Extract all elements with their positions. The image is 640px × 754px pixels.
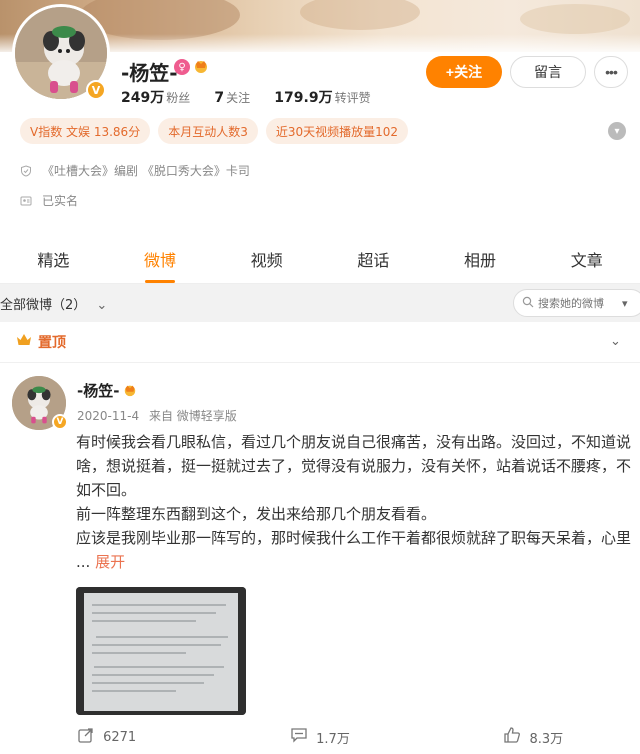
comment-icon (290, 726, 308, 748)
tab-featured[interactable]: 精选 (0, 238, 107, 283)
crown-icon (16, 333, 32, 351)
chevron-down-icon: ⌄ (96, 298, 108, 313)
comment-count: 1.7万 (316, 731, 350, 747)
following-count[interactable]: 7 (214, 90, 224, 106)
tab-weibo[interactable]: 微博 (107, 238, 214, 283)
profile-name: -杨笠- (121, 61, 178, 85)
crown-medal-icon[interactable] (193, 58, 209, 74)
tab-video[interactable]: 视频 (213, 238, 320, 283)
expand-tags-icon[interactable]: ▾ (608, 122, 626, 140)
pink-medal-icon[interactable]: ♀ (174, 59, 190, 75)
post-meta: 2020-11-4 来自 微博轻享版 (77, 407, 243, 424)
search-icon (522, 296, 534, 311)
repost-icon (77, 726, 95, 748)
post-source: 来自 微博轻享版 (148, 409, 237, 423)
all-posts-label: 全部微博（2） (0, 298, 87, 313)
profile-stats: 249万 粉丝 7 关注 179.9万 转评赞 (121, 87, 391, 107)
all-posts-filter[interactable]: 全部微博（2） ⌄ (0, 294, 107, 313)
post-image[interactable] (76, 587, 246, 715)
more-options-button[interactable]: ••• (594, 56, 628, 88)
post-body: 有时候我会看几眼私信，看过几个朋友说自己很痛苦，没有出路。没回过，不知道说啥，想… (76, 430, 632, 574)
shield-icon (20, 164, 32, 177)
like-count: 8.3万 (529, 731, 564, 747)
info-verified-line: 已实名 (20, 192, 78, 209)
message-button[interactable]: 留言 (510, 56, 586, 88)
profile-title-text: 《吐槽大会》编剧 《脱口秀大会》卡司 (42, 164, 250, 178)
tab-album[interactable]: 相册 (427, 238, 534, 283)
profile-tags: V指数 文娱 13.86分 本月互动人数3 近30天视频播放量102 (20, 118, 409, 144)
author-crown-icon (123, 382, 137, 397)
expand-post-link[interactable]: 展开 (95, 553, 125, 571)
repost-button[interactable]: 6271 (0, 720, 213, 754)
pinned-indicator: 置顶 (16, 332, 66, 352)
post-actions: 6271 1.7万 8.3万 (0, 720, 640, 754)
post-verified-badge-icon: V (52, 414, 68, 430)
profile-tabs: 精选 微博 视频 超话 相册 文章 (0, 238, 640, 284)
engagement-count: 179.9万 (274, 90, 333, 106)
fans-label: 粉丝 (166, 91, 191, 105)
engagement-label: 转评赞 (334, 91, 371, 105)
post-paragraph: 有时候我会看几眼私信，看过几个朋友说自己很痛苦，没有出路。没回过，不知道说啥，想… (76, 433, 632, 499)
like-button[interactable]: 8.3万 (427, 720, 640, 754)
following-label: 关注 (226, 91, 251, 105)
post-search-input[interactable] (538, 296, 618, 310)
tab-articles[interactable]: 文章 (533, 238, 640, 283)
tab-supertopic[interactable]: 超话 (320, 238, 427, 283)
post-date[interactable]: 2020-11-4 (77, 409, 139, 423)
post-author-name[interactable]: -杨笠- (77, 380, 119, 401)
search-dropdown-icon[interactable]: ▾ (622, 297, 628, 310)
info-title-line: 《吐槽大会》编剧 《脱口秀大会》卡司 (20, 162, 250, 179)
post-options-chevron-icon[interactable]: ⌄ (610, 334, 621, 349)
post-search-box[interactable]: ▾ (513, 289, 640, 317)
verified-badge-icon: V (86, 80, 106, 100)
thumbs-up-icon (503, 726, 521, 748)
divider (0, 362, 640, 363)
id-card-icon (20, 195, 32, 207)
fans-count[interactable]: 249万 (121, 90, 164, 106)
follow-button[interactable]: +关注 (426, 56, 502, 88)
post-paragraph: 前一阵整理东西翻到这个，发出来给那几个朋友看看。 (76, 505, 437, 523)
tag-monthly-interaction[interactable]: 本月互动人数3 (158, 118, 258, 144)
verified-text: 已实名 (42, 194, 79, 208)
tag-v-index[interactable]: V指数 文娱 13.86分 (20, 118, 151, 144)
post-paragraph-text: 应该是我刚毕业那一阵写的，那时候我什么工作干着都很烦就辞了职每天呆着，心里 ..… (76, 529, 632, 571)
filter-bar: 全部微博（2） ⌄ ▾ (0, 284, 640, 322)
comment-button[interactable]: 1.7万 (213, 720, 426, 754)
post-paragraph-last: 应该是我刚毕业那一阵写的，那时候我什么工作干着都很烦就辞了职每天呆着，心里 ..… (76, 526, 632, 574)
repost-count: 6271 (103, 729, 137, 745)
tag-video-plays[interactable]: 近30天视频播放量102 (265, 118, 409, 144)
pinned-label: 置顶 (38, 335, 66, 351)
